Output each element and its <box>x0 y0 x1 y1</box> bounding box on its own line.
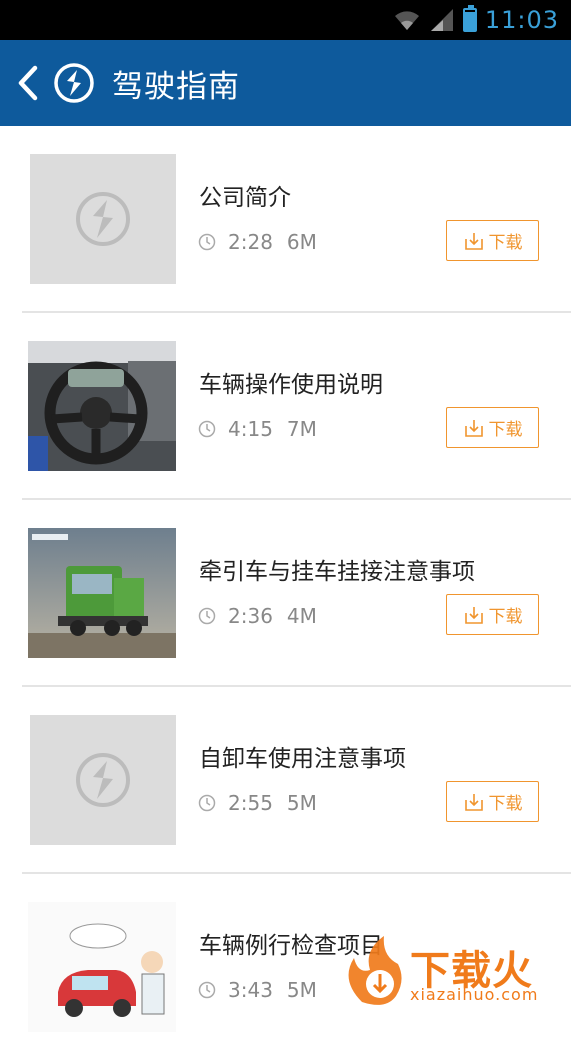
steering-wheel-image <box>28 341 176 471</box>
list-item[interactable]: 车辆操作使用说明 4:15 7M 下载 <box>0 313 571 500</box>
thumbnail-placeholder <box>30 715 176 845</box>
video-meta: 3:43 5M <box>198 978 317 1002</box>
list-item[interactable]: 公司简介 2:28 6M 下载 <box>0 126 571 313</box>
download-button[interactable]: 下载 <box>446 594 539 635</box>
battery-icon <box>462 5 477 32</box>
video-meta: 2:55 5M <box>198 791 317 815</box>
wifi-icon <box>394 11 419 30</box>
list-item[interactable]: 牵引车与挂车挂接注意事项 2:36 4M 下载 <box>0 500 571 687</box>
clock-icon <box>198 794 216 812</box>
thumbnail-placeholder <box>30 154 176 284</box>
cartoon-inspection-image <box>28 902 176 1032</box>
signal-icon <box>430 9 453 31</box>
watermark-url: xiazaihuo.com <box>410 985 539 1004</box>
thumbnail-cartoon <box>28 902 176 1032</box>
video-duration: 2:55 <box>228 791 273 815</box>
page-title: 驾驶指南 <box>112 68 240 105</box>
status-icons: 11:03 <box>393 5 559 34</box>
download-label: 下载 <box>488 233 523 253</box>
video-title: 牵引车与挂车挂接注意事项 <box>199 559 475 585</box>
clock-icon <box>198 420 216 438</box>
video-duration: 2:36 <box>228 604 273 628</box>
video-title: 公司简介 <box>199 185 291 211</box>
logo-placeholder-icon <box>76 753 130 807</box>
clock-icon <box>198 233 216 251</box>
download-icon <box>464 232 483 250</box>
app-bar: 驾驶指南 <box>0 40 571 126</box>
clock-icon <box>198 981 216 999</box>
download-button[interactable]: 下载 <box>446 781 539 822</box>
download-button[interactable]: 下载 <box>446 407 539 448</box>
download-icon <box>464 793 483 811</box>
thumbnail-truck <box>28 528 176 658</box>
list-item[interactable]: 自卸车使用注意事项 2:55 5M 下载 <box>0 687 571 874</box>
clock-icon <box>198 607 216 625</box>
video-list: 公司简介 2:28 6M 下载 车辆操作使用说明 4:15 7M 下载 牵引车与… <box>0 126 571 1061</box>
logo-placeholder-icon <box>76 192 130 246</box>
back-button[interactable] <box>8 40 48 126</box>
video-duration: 3:43 <box>228 978 273 1002</box>
video-meta: 4:15 7M <box>198 417 317 441</box>
status-bar: 11:03 <box>0 0 571 40</box>
green-truck-image <box>28 528 176 658</box>
download-label: 下载 <box>488 420 523 440</box>
shacman-logo-icon <box>54 63 94 103</box>
video-size: 6M <box>286 230 317 254</box>
video-size: 7M <box>286 417 317 441</box>
video-size: 5M <box>286 791 317 815</box>
video-meta: 2:36 4M <box>198 604 317 628</box>
video-duration: 2:28 <box>228 230 273 254</box>
video-title: 车辆操作使用说明 <box>199 372 383 398</box>
download-label: 下载 <box>488 794 523 814</box>
download-button[interactable]: 下载 <box>446 220 539 261</box>
status-time: 11:03 <box>484 6 559 34</box>
video-title: 自卸车使用注意事项 <box>199 746 406 772</box>
thumbnail-steering-wheel <box>28 341 176 471</box>
download-icon <box>464 606 483 624</box>
download-label: 下载 <box>488 607 523 627</box>
video-size: 4M <box>286 604 317 628</box>
video-duration: 4:15 <box>228 417 273 441</box>
download-icon <box>464 419 483 437</box>
video-meta: 2:28 6M <box>198 230 317 254</box>
chevron-left-icon <box>18 65 38 101</box>
video-size: 5M <box>286 978 317 1002</box>
